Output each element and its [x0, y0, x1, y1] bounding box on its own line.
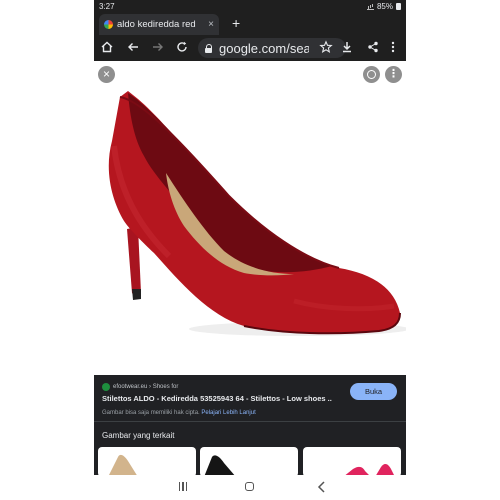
- tab-title: aldo kediredda red: [117, 19, 196, 30]
- copyright-text: Gambar bisa saja memiliki hak cipta.: [102, 410, 200, 416]
- google-favicon-icon: [104, 20, 113, 29]
- lock-icon: [205, 43, 213, 53]
- divider: [94, 421, 406, 422]
- download-icon[interactable]: [340, 40, 354, 57]
- back-icon[interactable]: [126, 40, 140, 57]
- url-text: google.com/search: [219, 40, 309, 56]
- reload-icon[interactable]: [175, 40, 189, 57]
- result-title-link[interactable]: Stilettos ALDO - Kediredda 53525943 64 -…: [102, 394, 332, 403]
- source-row[interactable]: efootwear.eu › Shoes for: [102, 383, 178, 391]
- lens-icon[interactable]: [363, 66, 380, 83]
- tab-close-icon[interactable]: ×: [208, 19, 214, 30]
- related-image-thumbnail[interactable]: [98, 447, 196, 477]
- signal-icon: [366, 4, 374, 10]
- related-images-heading: Gambar yang terkait: [102, 431, 175, 440]
- related-image-thumbnail[interactable]: [200, 447, 298, 477]
- new-tab-button[interactable]: +: [232, 15, 240, 31]
- android-nav-bar: [94, 475, 406, 500]
- more-options-icon[interactable]: ⋮: [385, 66, 402, 83]
- share-icon[interactable]: [366, 40, 380, 58]
- recent-apps-icon[interactable]: [179, 482, 187, 491]
- visit-button[interactable]: Buka: [350, 383, 397, 400]
- home-icon[interactable]: [100, 40, 114, 57]
- close-viewer-button[interactable]: ×: [98, 66, 115, 83]
- star-icon[interactable]: [319, 40, 333, 58]
- forward-icon[interactable]: [151, 40, 165, 57]
- image-viewer: × ⋮: [94, 61, 406, 375]
- browser-tab[interactable]: aldo kediredda red ×: [99, 14, 219, 35]
- phone-screen: 3:27 85% aldo kediredda red × + google.c…: [94, 0, 406, 500]
- site-favicon-icon: [102, 383, 110, 391]
- battery-icon: [396, 3, 401, 10]
- menu-icon[interactable]: [386, 40, 400, 57]
- battery-percent: 85%: [376, 2, 393, 11]
- status-icons: 85%: [366, 2, 401, 11]
- browser-toolbar: google.com/search: [94, 35, 406, 61]
- back-nav-icon[interactable]: [316, 480, 326, 497]
- learn-more-link[interactable]: Pelajari Lebih Lanjut: [201, 410, 255, 416]
- home-nav-icon[interactable]: [245, 482, 254, 491]
- copyright-notice: Gambar bisa saja memiliki hak cipta. Pel…: [102, 410, 256, 416]
- shoe-image[interactable]: [94, 61, 406, 375]
- status-time: 3:27: [99, 2, 115, 11]
- related-image-thumbnail[interactable]: [303, 447, 401, 477]
- tab-strip: aldo kediredda red × +: [94, 13, 406, 35]
- status-bar: 3:27 85%: [94, 0, 406, 13]
- source-domain: efootwear.eu › Shoes for: [113, 384, 179, 390]
